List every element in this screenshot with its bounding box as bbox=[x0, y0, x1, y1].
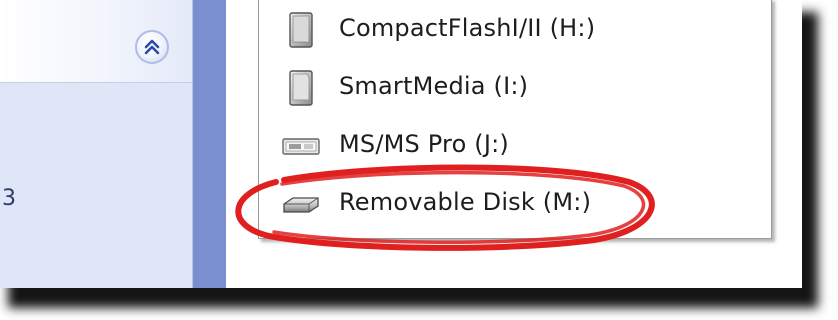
drive-item-memory-stick[interactable]: MS/MS Pro (J:) bbox=[259, 116, 771, 172]
memory-stick-drive-icon bbox=[282, 138, 320, 155]
drive-label: CompactFlashI/II (H:) bbox=[339, 14, 596, 42]
drive-list: CompactFlashI/II (H:) SmartMedia (I:) MS… bbox=[258, 0, 772, 239]
drive-item-smartmedia[interactable]: SmartMedia (I:) bbox=[259, 58, 771, 114]
drive-label: Removable Disk (M:) bbox=[339, 188, 592, 216]
explorer-window-crop: 3 CompactFlashI/II (H:) SmartMedia (I:) … bbox=[0, 0, 802, 288]
drive-label: SmartMedia (I:) bbox=[339, 72, 529, 100]
task-pane-section: 3 bbox=[0, 0, 193, 288]
task-pane-text-fragment: 3 bbox=[2, 186, 16, 211]
task-pane-header bbox=[0, 0, 192, 83]
drive-label: MS/MS Pro (J:) bbox=[339, 130, 509, 158]
image-stage: 3 CompactFlashI/II (H:) SmartMedia (I:) … bbox=[0, 0, 838, 320]
drive-item-removable-disk[interactable]: Removable Disk (M:) bbox=[259, 174, 771, 230]
chevron-double-up-icon bbox=[144, 39, 160, 55]
card-drive-icon bbox=[289, 12, 313, 48]
card-drive-icon bbox=[289, 70, 313, 106]
removable-disk-icon bbox=[283, 197, 319, 213]
collapse-section-button[interactable] bbox=[135, 30, 169, 64]
task-pane-background: 3 bbox=[0, 0, 226, 288]
drive-item-compactflash[interactable]: CompactFlashI/II (H:) bbox=[259, 0, 771, 56]
